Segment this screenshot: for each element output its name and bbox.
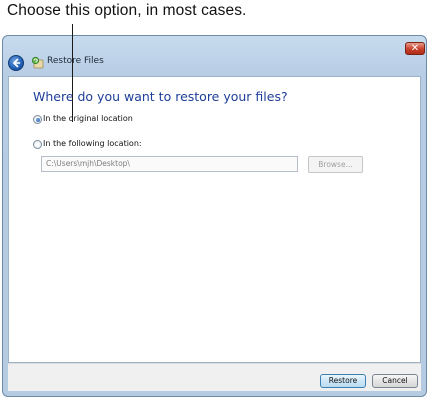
radio-original-location[interactable] bbox=[33, 115, 42, 124]
location-path-input[interactable]: C:\Users\mjh\Desktop\ bbox=[41, 156, 298, 172]
restore-button[interactable]: Restore bbox=[320, 374, 366, 388]
radio-following-location[interactable] bbox=[33, 140, 42, 149]
restore-files-icon bbox=[31, 56, 44, 69]
back-button[interactable] bbox=[8, 55, 24, 71]
cancel-button[interactable]: Cancel bbox=[372, 374, 418, 388]
radio-original-location-label[interactable]: In the original location bbox=[43, 114, 133, 123]
back-arrow-icon bbox=[13, 58, 21, 68]
callout-text: Choose this option, in most cases. bbox=[7, 2, 247, 19]
window-title: Restore Files bbox=[47, 56, 104, 66]
callout-leader-line bbox=[72, 24, 73, 122]
radio-following-location-label[interactable]: In the following location: bbox=[43, 139, 142, 148]
browse-button[interactable]: Browse... bbox=[308, 156, 363, 173]
